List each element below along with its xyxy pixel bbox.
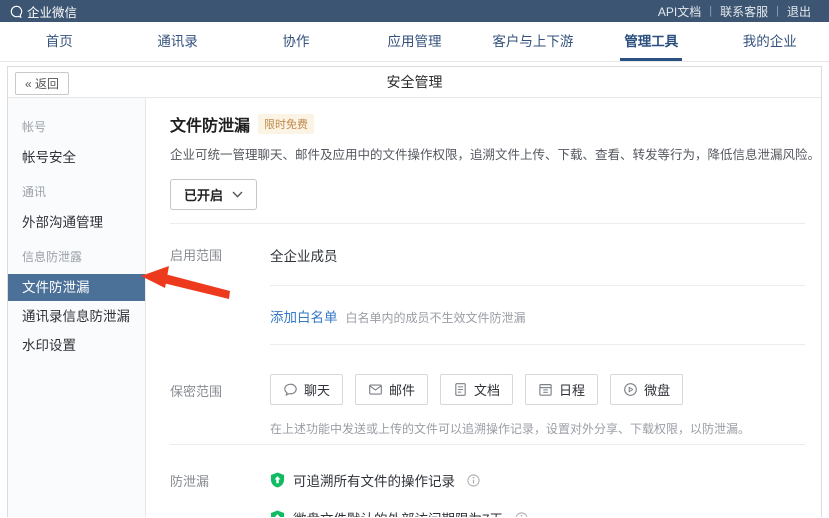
- status-dropdown-button[interactable]: 已开启: [170, 179, 257, 210]
- info-icon[interactable]: [467, 474, 480, 487]
- chip-mail[interactable]: 邮件: [355, 374, 428, 405]
- enable-scope-value: 全企业成员: [270, 249, 338, 264]
- sidebar-item-external-communication[interactable]: 外部沟通管理: [8, 209, 145, 236]
- enable-scope-label: 启用范围: [170, 245, 270, 266]
- security-management-panel: « 返回 安全管理 帐号 帐号安全 通讯 外部沟通管理 信息防泄露 文件防泄漏 …: [7, 66, 822, 517]
- contact-support-link[interactable]: 联系客服: [712, 3, 776, 20]
- enable-scope-row: 启用范围 全企业成员: [170, 224, 805, 285]
- drive-icon: [623, 382, 638, 397]
- leakproof-label: 防泄漏: [170, 470, 270, 517]
- wework-logo-icon: [10, 5, 23, 18]
- main-nav: 首页 通讯录 协作 应用管理 客户与上下游 管理工具 我的企业: [0, 22, 829, 62]
- sidebar-group-account: 帐号: [8, 108, 145, 142]
- sidebar-item-contacts-leak-prevention[interactable]: 通讯录信息防泄漏: [8, 303, 145, 330]
- add-whitelist-link[interactable]: 添加白名单: [270, 310, 338, 325]
- shield-icon: [270, 472, 285, 488]
- tab-contacts[interactable]: 通讯录: [118, 22, 236, 61]
- sidebar-item-watermark-settings[interactable]: 水印设置: [8, 332, 145, 359]
- back-button[interactable]: « 返回: [15, 72, 69, 95]
- doc-icon: [453, 382, 468, 397]
- mail-icon: [368, 382, 383, 397]
- secrecy-scope-row: 保密范围 聊天 邮件: [170, 345, 805, 444]
- panel-header: « 返回 安全管理: [8, 67, 821, 98]
- brand: 企业微信: [10, 2, 77, 21]
- tab-my-company[interactable]: 我的企业: [711, 22, 829, 61]
- chevron-down-icon: [232, 191, 243, 198]
- tab-app-management[interactable]: 应用管理: [355, 22, 473, 61]
- shield-icon: [270, 510, 285, 517]
- brand-name: 企业微信: [27, 2, 77, 21]
- chip-chat[interactable]: 聊天: [270, 374, 343, 405]
- top-bar: 企业微信 API文档 | 联系客服 | 退出: [0, 0, 829, 22]
- topbar-links: API文档 | 联系客服 | 退出: [650, 3, 819, 20]
- chip-drive[interactable]: 微盘: [610, 374, 683, 405]
- tab-home[interactable]: 首页: [0, 22, 118, 61]
- chip-doc[interactable]: 文档: [440, 374, 513, 405]
- chat-icon: [283, 382, 298, 397]
- calendar-icon: [538, 382, 553, 397]
- page-title: 安全管理: [8, 67, 821, 98]
- logout-link[interactable]: 退出: [779, 3, 819, 20]
- api-docs-link[interactable]: API文档: [650, 3, 709, 20]
- info-icon[interactable]: [515, 512, 528, 518]
- main-content: 文件防泄漏 限时免费 企业可统一管理聊天、邮件及应用中的文件操作权限，追溯文件上…: [146, 98, 821, 517]
- leakproof-item: 可追溯所有文件的操作记录: [270, 470, 805, 490]
- sidebar-item-file-leak-prevention[interactable]: 文件防泄漏: [8, 274, 145, 301]
- leakproof-row: 防泄漏 可追溯所有文件的操作记录: [170, 445, 805, 517]
- sidebar-group-communication: 通讯: [8, 173, 145, 207]
- whitelist-row: 添加白名单白名单内的成员不生效文件防泄漏: [170, 286, 805, 344]
- tab-collaboration[interactable]: 协作: [237, 22, 355, 61]
- whitelist-hint: 白名单内的成员不生效文件防泄漏: [346, 311, 526, 325]
- leakproof-item: 微盘文件默认的外部访问期限为7天: [270, 508, 805, 517]
- sidebar-group-info-leak: 信息防泄露: [8, 238, 145, 272]
- feature-title: 文件防泄漏: [170, 112, 250, 136]
- secrecy-scope-label: 保密范围: [170, 374, 270, 437]
- chip-calendar[interactable]: 日程: [525, 374, 598, 405]
- tab-admin-tools[interactable]: 管理工具: [592, 22, 710, 61]
- tab-customers[interactable]: 客户与上下游: [474, 22, 592, 61]
- sidebar-item-account-security[interactable]: 帐号安全: [8, 144, 145, 171]
- secrecy-scope-hint: 在上述功能中发送或上传的文件可以追溯操作记录，设置对外分享、下载权限，以防泄漏。: [270, 420, 805, 437]
- limited-free-badge: 限时免费: [258, 114, 314, 134]
- feature-description: 企业可统一管理聊天、邮件及应用中的文件操作权限，追溯文件上传、下载、查看、转发等…: [170, 144, 805, 163]
- settings-sidebar: 帐号 帐号安全 通讯 外部沟通管理 信息防泄露 文件防泄漏 通讯录信息防泄漏 水…: [8, 98, 146, 517]
